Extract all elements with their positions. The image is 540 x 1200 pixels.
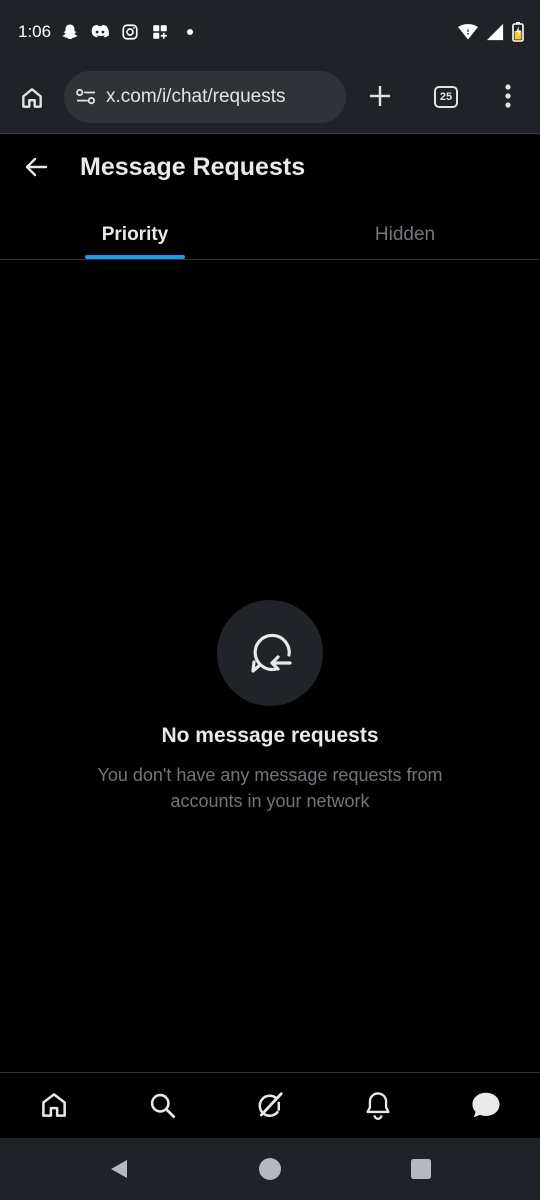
tab-hidden[interactable]: Hidden bbox=[270, 210, 540, 259]
system-navigation-bar bbox=[0, 1138, 540, 1200]
grid-app-icon bbox=[150, 22, 170, 42]
address-bar[interactable]: x.com/i/chat/requests bbox=[64, 71, 346, 123]
tab-label: Priority bbox=[101, 224, 169, 245]
system-recents-button[interactable] bbox=[408, 1156, 434, 1182]
triangle-back-icon bbox=[111, 1160, 127, 1178]
battery-icon bbox=[512, 22, 524, 47]
home-icon bbox=[42, 1093, 66, 1117]
status-bar: 1:06 bbox=[0, 0, 540, 66]
message-request-icon bbox=[251, 633, 292, 673]
empty-state-icon-circle bbox=[217, 600, 323, 706]
nav-notifications[interactable] bbox=[360, 1087, 396, 1123]
square-recents-icon bbox=[411, 1159, 431, 1179]
tab-label: Hidden bbox=[374, 224, 436, 245]
instagram-icon bbox=[120, 22, 140, 42]
back-button[interactable] bbox=[18, 149, 54, 185]
browser-menu-button[interactable] bbox=[492, 78, 524, 114]
system-back-button[interactable] bbox=[106, 1156, 132, 1182]
empty-state-title: No message requests bbox=[161, 724, 379, 747]
search-icon bbox=[150, 1093, 176, 1119]
page-header: Message Requests bbox=[0, 135, 540, 199]
notifications-icon bbox=[366, 1092, 390, 1120]
nav-home[interactable] bbox=[36, 1087, 72, 1123]
browser-home-button[interactable] bbox=[14, 80, 50, 116]
tab-switcher-button[interactable]: 25 bbox=[428, 79, 464, 115]
more-vert-icon bbox=[505, 84, 511, 108]
site-settings-icon[interactable] bbox=[74, 85, 98, 109]
discord-icon bbox=[90, 22, 110, 42]
status-time: 1:06 bbox=[18, 22, 52, 41]
empty-state-description: You don't have any message requests from… bbox=[97, 765, 443, 811]
request-tabs: Priority Hidden bbox=[0, 210, 540, 260]
signal-icon bbox=[486, 23, 504, 46]
browser-toolbar: x.com/i/chat/requests 25 bbox=[0, 66, 540, 134]
active-tab-indicator bbox=[85, 255, 185, 259]
grok-icon bbox=[258, 1092, 283, 1117]
system-icons bbox=[458, 22, 524, 47]
nav-search[interactable] bbox=[144, 1087, 180, 1123]
nav-grok[interactable] bbox=[252, 1087, 288, 1123]
notification-icons bbox=[60, 22, 200, 42]
tab-count: 25 bbox=[434, 86, 458, 108]
arrow-left-icon bbox=[25, 157, 48, 177]
bottom-navigation bbox=[0, 1072, 540, 1138]
tab-priority[interactable]: Priority bbox=[0, 210, 270, 259]
new-tab-button[interactable] bbox=[362, 78, 398, 114]
system-home-button[interactable] bbox=[257, 1156, 283, 1182]
home-outline-icon bbox=[22, 88, 42, 108]
url-text: x.com/i/chat/requests bbox=[106, 86, 286, 107]
wifi-icon bbox=[458, 23, 478, 46]
plus-icon bbox=[370, 86, 390, 106]
dot-icon bbox=[180, 22, 200, 42]
nav-messages[interactable] bbox=[468, 1087, 504, 1123]
circle-home-icon bbox=[259, 1158, 281, 1180]
messages-icon bbox=[472, 1092, 500, 1118]
snapchat-icon bbox=[60, 22, 80, 42]
page-title: Message Requests bbox=[80, 153, 306, 181]
